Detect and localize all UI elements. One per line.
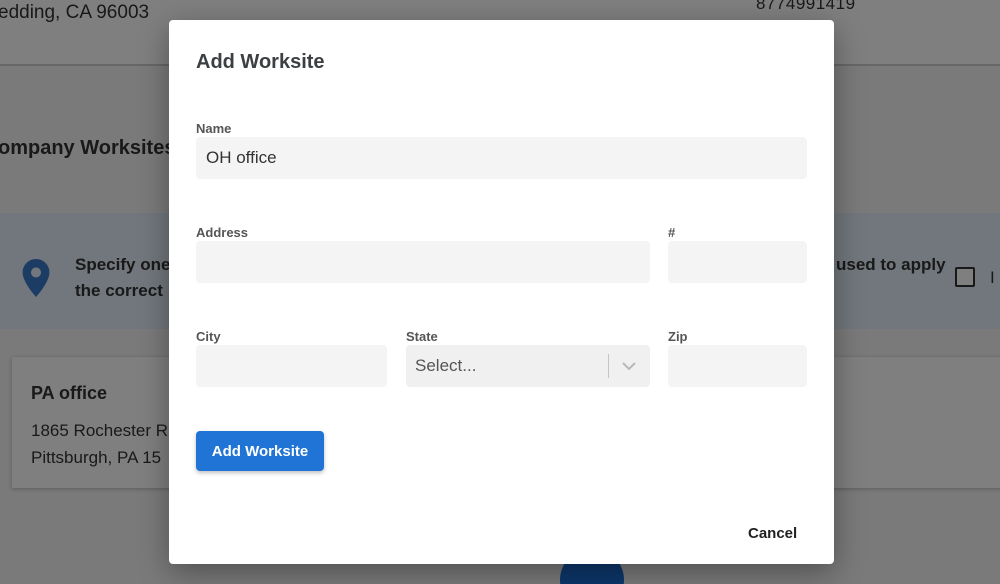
city-label: City — [196, 329, 221, 344]
name-input[interactable] — [196, 137, 807, 179]
address-input[interactable] — [196, 241, 650, 283]
chevron-down-icon[interactable] — [620, 358, 638, 374]
city-input[interactable] — [196, 345, 387, 387]
cancel-button[interactable]: Cancel — [748, 525, 797, 542]
address-label: Address — [196, 225, 249, 240]
add-worksite-dialog: Add Worksite Name Address # City State S… — [169, 20, 834, 564]
state-select[interactable]: Select... — [406, 345, 650, 387]
add-worksite-button[interactable]: Add Worksite — [196, 431, 324, 471]
state-select-value: Select... — [415, 356, 477, 375]
zip-label: Zip — [668, 329, 688, 344]
zip-input[interactable] — [668, 345, 807, 387]
dialog-title: Add Worksite — [196, 51, 325, 73]
number-label: # — [668, 225, 676, 240]
state-select-separator — [608, 354, 609, 378]
name-label: Name — [196, 121, 232, 136]
number-input[interactable] — [668, 241, 807, 283]
state-label: State — [406, 329, 438, 344]
